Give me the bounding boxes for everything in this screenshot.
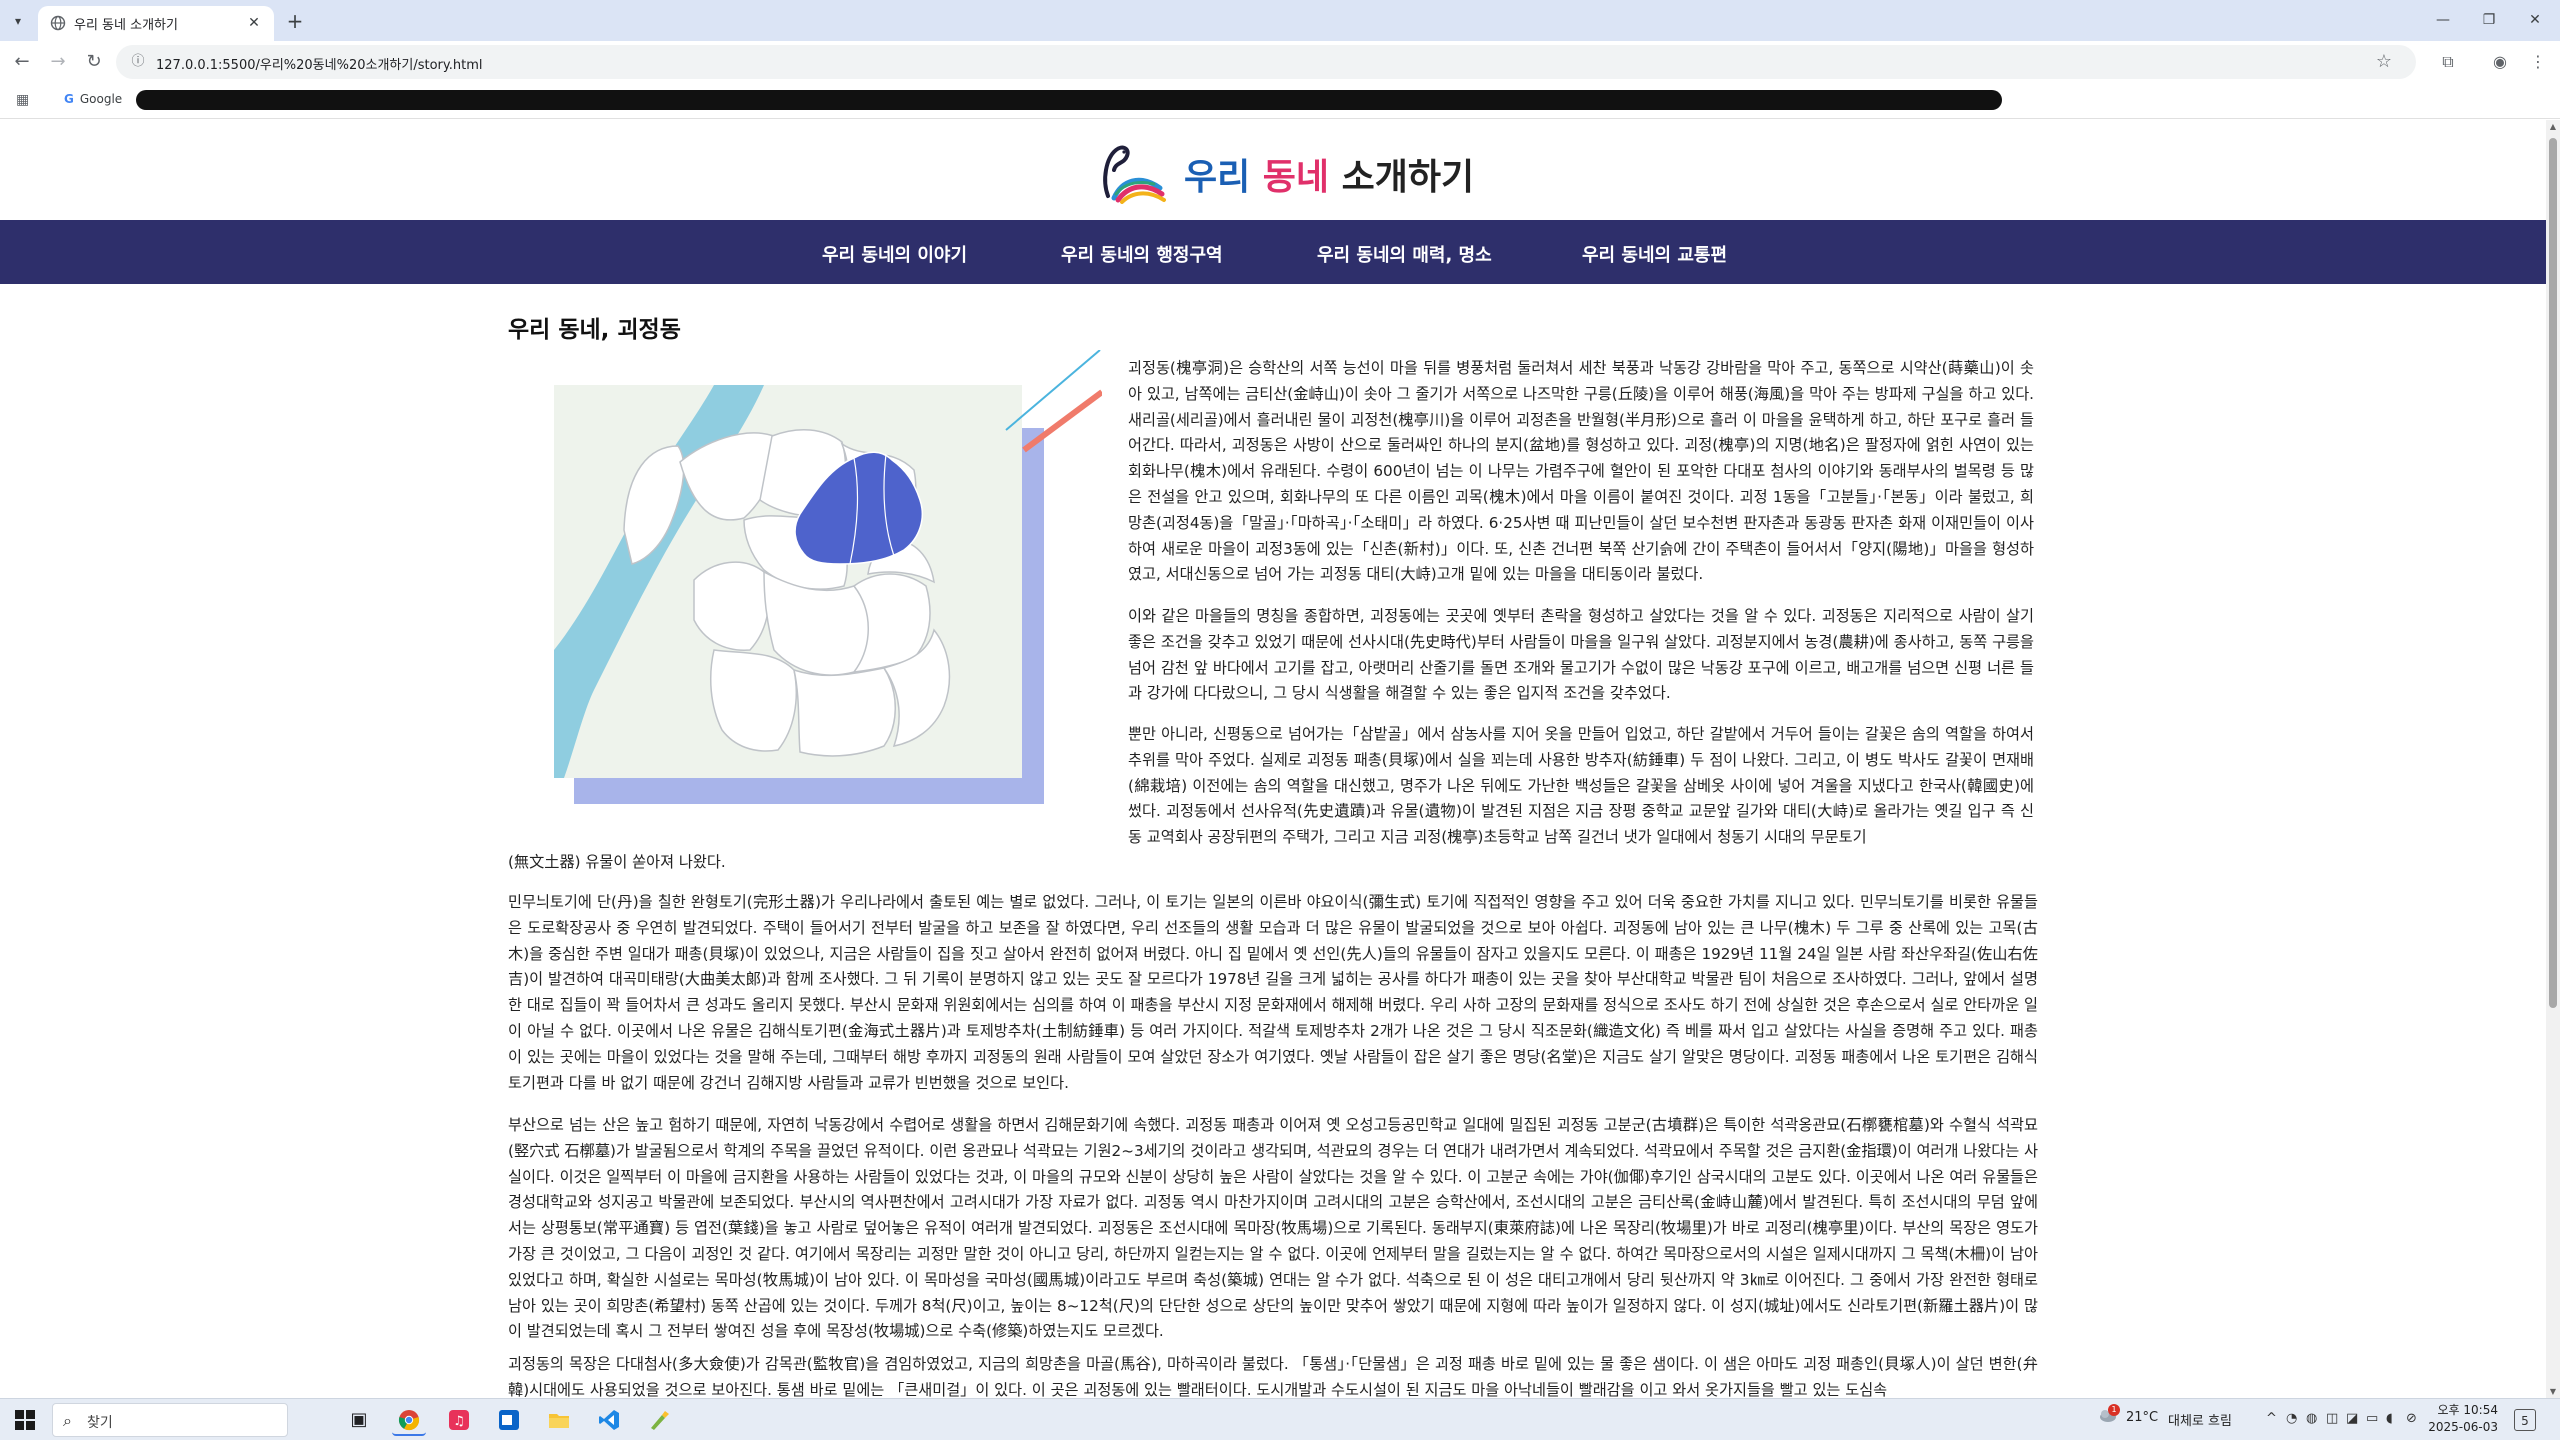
article-paragraph-4: 민무늬토기에 단(丹)을 칠한 완형토기(完形土器)가 우리나라에서 출토된 예… [508,893,2038,1092]
site-title[interactable]: 우리 동네 소개하기 [1184,148,1474,200]
tab-search-icon[interactable]: ▾ [6,9,30,33]
outlook-app-icon[interactable] [492,1404,526,1436]
bookmark-star-icon[interactable]: ☆ [2372,50,2396,74]
apps-grid-icon[interactable]: ▦ [16,91,34,109]
page-viewport: 우리 동네 소개하기 우리 동네의 이야기 우리 동네의 행정구역 우리 동네의… [0,120,2546,1398]
main-nav: 우리 동네의 이야기 우리 동네의 행정구역 우리 동네의 매력, 명소 우리 … [0,220,2546,284]
network-icon[interactable]: ▭ [2366,1411,2378,1426]
minimize-button[interactable]: — [2420,6,2466,34]
back-icon[interactable]: ← [10,50,34,74]
bookmark-google[interactable]: G Google [64,92,122,106]
bookmark-google-label: Google [79,92,123,106]
browser-toolbar: ← → ↻ ⓘ 127.0.0.1:5500/우리%20동네%20소개하기/st… [0,41,2560,83]
nav-item-story[interactable]: 우리 동네의 이야기 [822,241,967,267]
scroll-down-icon[interactable]: ▼ [2548,1387,2558,1396]
search-icon: ⌕ [63,1411,72,1430]
scroll-thumb[interactable] [2549,138,2557,1008]
redacted-bookmarks [136,90,2002,110]
profile-icon[interactable]: ◉ [2488,50,2512,74]
weather-temperature[interactable]: 21°C [2126,1410,2158,1425]
google-icon: G [64,92,74,106]
article-paragraph-2: 이와 같은 마을들의 명칭을 종합하면, 괴정동에는 곳곳에 옛부터 촌락을 형… [1128,607,2034,703]
nav-item-admin-districts[interactable]: 우리 동네의 행정구역 [1061,241,1223,267]
notification-center-button[interactable]: 5 [2514,1409,2536,1431]
scroll-up-icon[interactable]: ▲ [2548,122,2558,131]
music-app-icon[interactable]: ♫ [442,1404,476,1436]
article-paragraph-5: 부산으로 넘는 산은 높고 험하기 때문에, 자연히 낙동강에서 수렵어로 생활… [508,1116,2038,1341]
task-view-icon[interactable]: ▣ [342,1404,376,1436]
nav-item-transport[interactable]: 우리 동네의 교통편 [1582,241,1727,267]
article-paragraph-6: 괴정동의 목장은 다대첨사(多大僉使)가 감목관(監牧官)을 겸임하였었고, 지… [508,1355,2038,1398]
reload-icon[interactable]: ↻ [82,50,106,74]
site-title-part1: 우리 [1184,157,1251,198]
tray-app-icon-4[interactable]: ◪ [2346,1411,2358,1426]
weather-alert-badge: 1 [2108,1404,2120,1416]
url-text[interactable]: 127.0.0.1:5500/우리%20동네%20소개하기/story.html [156,54,482,73]
file-explorer-icon[interactable] [542,1404,576,1436]
site-title-part2: 동네 [1262,157,1330,198]
article-paragraph-3-continued: (無文土器) 유물이 쏟아져 나왔다. [508,853,726,871]
tray-chevron-icon[interactable]: ^ [2266,1411,2277,1426]
restore-button[interactable]: ❐ [2466,6,2512,34]
forward-icon[interactable]: → [46,50,70,74]
close-icon[interactable]: ✕ [244,13,264,33]
vscode-app-icon[interactable] [592,1404,626,1436]
taskbar-search[interactable]: ⌕ 찾기 [52,1403,288,1437]
extensions-icon[interactable]: ⧉ [2436,50,2460,74]
windows-start-icon[interactable] [14,1409,36,1431]
paint-app-icon[interactable] [642,1404,676,1436]
new-tab-button[interactable]: + [282,9,308,35]
weather-description[interactable]: 대체로 흐림 [2168,1410,2232,1429]
tray-app-icon-1[interactable]: ◔ [2286,1411,2297,1426]
mute-icon[interactable]: ⊘ [2406,1411,2417,1426]
site-title-part3: 소개하기 [1341,157,1475,198]
clock-time: 오후 10:54 [2437,1403,2498,1417]
nav-item-attractions[interactable]: 우리 동네의 매력, 명소 [1317,241,1492,267]
swan-logo-icon[interactable] [1100,140,1170,204]
page-scrollbar[interactable]: ▲ ▼ [2546,120,2560,1398]
tray-app-icon-3[interactable]: ◫ [2326,1411,2338,1426]
browser-tabstrip: ▾ 우리 동네 소개하기 ✕ + — ❐ ✕ [0,0,2560,41]
site-info-icon[interactable]: ⓘ [128,52,148,72]
taskbar-search-placeholder: 찾기 [87,1415,113,1431]
volume-icon[interactable]: ◖ [2386,1411,2393,1426]
svg-text:♫: ♫ [453,1414,465,1429]
windows-taskbar: ⌕ 찾기 ▣ ♫ 1 21°C 대체로 흐림 ^ ◔ ◍ ◫ ◪ ▭ ◖ ⊘ 오… [0,1398,2560,1440]
bookmarks-bar: ▦ G Google [0,83,2560,119]
tray-app-icon-2[interactable]: ◍ [2306,1411,2317,1426]
page-title: 우리 동네, 괴정동 [508,317,681,343]
district-map-image [554,349,1104,804]
notification-count: 5 [2521,1414,2529,1428]
site-header: 우리 동네 소개하기 [0,120,2546,220]
close-window-button[interactable]: ✕ [2512,6,2558,34]
taskbar-clock[interactable]: 오후 10:54 2025-06-03 [2424,1402,2498,1436]
clock-date: 2025-06-03 [2428,1420,2498,1434]
menu-kebab-icon[interactable]: ⋮ [2526,50,2550,74]
globe-icon [50,15,66,31]
article-paragraph-3: 뿐만 아니라, 신평동으로 넘어가는「삼밭골」에서 삼농사를 지어 옷을 만들어… [1128,725,2034,847]
article-paragraph-1: 괴정동(槐亭洞)은 승학산의 서쪽 능선이 마을 뒤를 병풍처럼 둘러쳐서 세찬… [1128,359,2034,584]
chrome-app-icon[interactable] [392,1404,426,1436]
tab-title: 우리 동네 소개하기 [74,18,178,33]
tab-active[interactable]: 우리 동네 소개하기 ✕ [38,6,274,41]
address-bar[interactable]: ⓘ 127.0.0.1:5500/우리%20동네%20소개하기/story.ht… [116,45,2416,79]
